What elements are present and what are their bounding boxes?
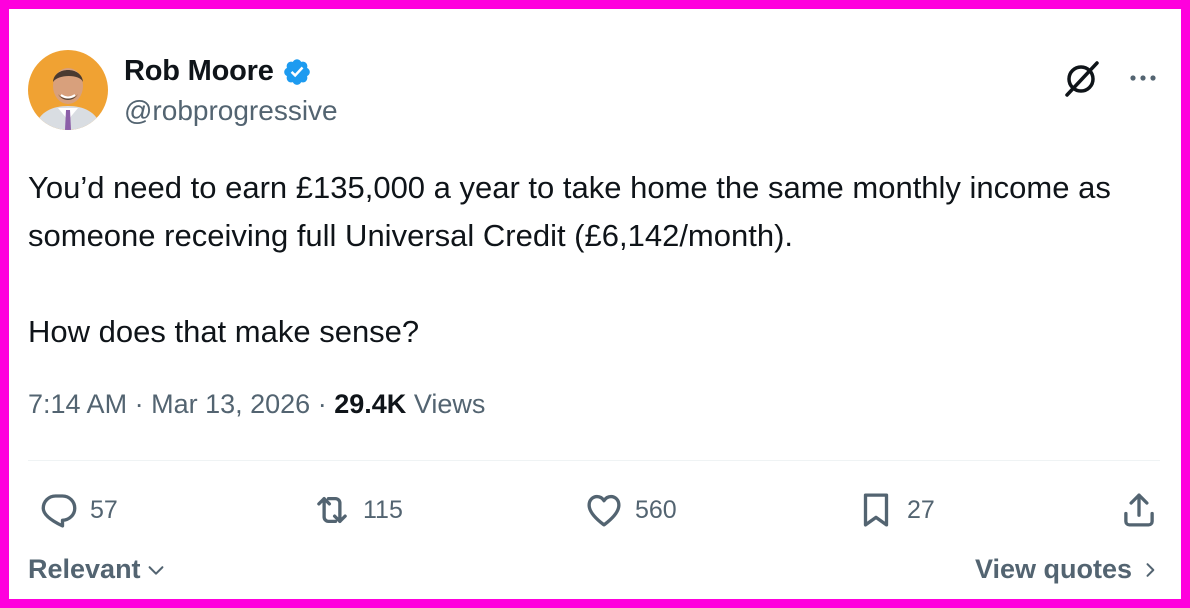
like-icon xyxy=(587,494,621,527)
bookmark-icon xyxy=(863,493,889,527)
view-quotes-link[interactable]: View quotes xyxy=(975,554,1160,585)
chevron-right-icon xyxy=(1146,562,1155,577)
divider xyxy=(28,460,1160,461)
bookmark-button[interactable]: 27 xyxy=(855,489,935,531)
sort-label: Relevant xyxy=(28,554,141,584)
view-quotes-label: View quotes xyxy=(974,554,1132,584)
post-card: Rob Moore @robprogressive You’d need to … xyxy=(9,9,1181,599)
post-text: You’d need to earn £135,000 a year to ta… xyxy=(28,164,1148,356)
views-label: Views xyxy=(413,389,486,419)
post-time[interactable]: 7:14 AM xyxy=(28,389,127,419)
like-button[interactable]: 560 xyxy=(583,489,677,531)
engagement-bar: 57 115 560 27 xyxy=(28,489,1160,533)
views-count: 29.4K xyxy=(334,389,407,419)
repost-button[interactable]: 115 xyxy=(311,489,403,531)
post-meta: 7:14 AM · Mar 13, 2026 · 29.4K Views xyxy=(28,389,485,420)
meta-separator: · xyxy=(317,389,327,419)
grok-icon[interactable] xyxy=(1061,57,1103,104)
reply-button[interactable]: 57 xyxy=(38,489,118,531)
share-icon xyxy=(1124,493,1154,527)
meta-separator: · xyxy=(134,389,144,419)
chevron-down-icon xyxy=(148,565,163,575)
post-top-actions xyxy=(1061,57,1161,104)
post-paragraph: You’d need to earn £135,000 a year to ta… xyxy=(28,170,1111,253)
reply-icon xyxy=(41,494,77,528)
repost-count: 115 xyxy=(363,495,403,524)
verified-badge-icon[interactable] xyxy=(282,57,312,87)
author-name-row: Rob Moore xyxy=(124,55,312,88)
like-count: 560 xyxy=(635,495,677,524)
sort-replies-dropdown[interactable]: Relevant xyxy=(28,554,167,585)
author-name[interactable]: Rob Moore xyxy=(124,55,274,88)
bookmark-count: 27 xyxy=(907,495,935,524)
repost-icon xyxy=(317,496,347,524)
author-handle[interactable]: @robprogressive xyxy=(124,95,338,127)
post-paragraph: How does that make sense? xyxy=(28,314,420,349)
reply-count: 57 xyxy=(90,495,118,524)
more-icon[interactable] xyxy=(1125,60,1161,101)
share-button[interactable] xyxy=(1118,489,1160,531)
post-date[interactable]: Mar 13, 2026 xyxy=(151,389,310,419)
avatar[interactable] xyxy=(28,50,108,130)
